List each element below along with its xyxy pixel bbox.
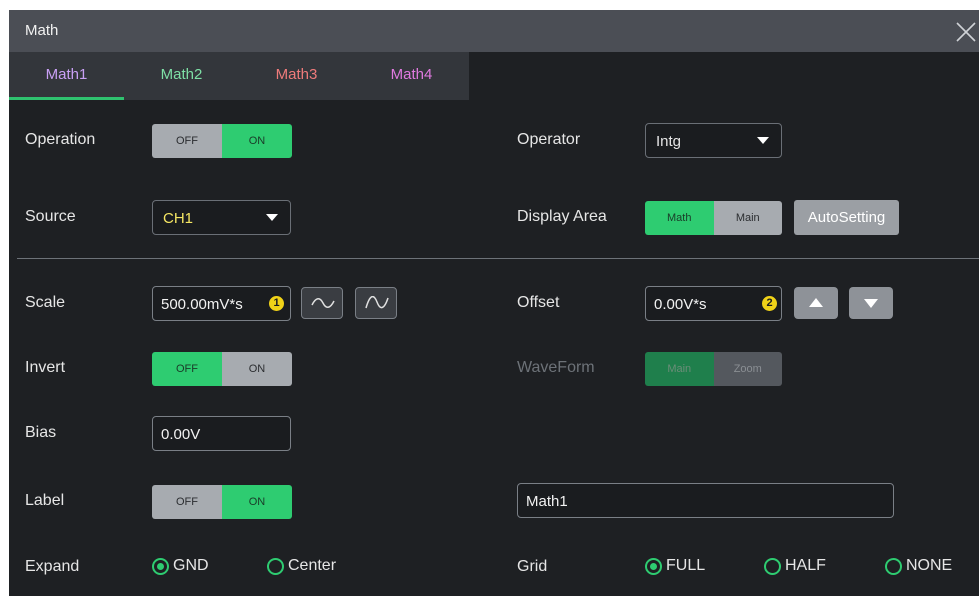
source-value: CH1	[163, 210, 194, 227]
radio-unselected-icon	[267, 557, 284, 575]
bias-label: Bias	[25, 424, 57, 441]
tab-label: Math4	[390, 66, 433, 83]
toggle-off: OFF	[152, 124, 222, 158]
label-row-label: Label	[25, 492, 65, 509]
expand-radio-center[interactable]: Center	[267, 557, 336, 575]
display-area-toggle[interactable]: Math Main	[645, 201, 782, 235]
waveform-label: WaveForm	[517, 359, 595, 376]
radio-selected-icon	[152, 557, 169, 575]
operation-toggle[interactable]: OFF ON	[152, 124, 292, 158]
operator-value: Intg	[656, 133, 682, 150]
operation-label: Operation	[25, 131, 96, 148]
offset-value: 0.00V*s	[654, 296, 707, 313]
radio-unselected-icon	[764, 557, 781, 575]
knob-2-badge: 2	[762, 296, 777, 311]
tab-label: Math3	[275, 66, 318, 83]
scale-fine-button[interactable]	[355, 287, 397, 319]
sine-wave-icon	[365, 296, 389, 309]
display-area-math: Math	[645, 201, 714, 235]
label-toggle[interactable]: OFF ON	[152, 485, 292, 519]
toggle-on: ON	[222, 485, 292, 519]
label-text-value: Math1	[526, 493, 568, 510]
section-divider	[17, 258, 979, 259]
operator-label: Operator	[517, 131, 581, 148]
offset-down-button[interactable]	[849, 287, 893, 319]
radio-label: FULL	[666, 557, 706, 574]
math-tab-bar: Math1 Math2 Math3 Math4	[9, 52, 469, 100]
radio-label: GND	[173, 557, 209, 574]
chevron-down-icon	[266, 214, 278, 221]
invert-toggle[interactable]: OFF ON	[152, 352, 292, 386]
tab-label: Math2	[160, 66, 203, 83]
toggle-off: OFF	[152, 352, 222, 386]
display-area-label: Display Area	[517, 208, 607, 225]
radio-label: HALF	[785, 557, 826, 574]
math-dialog: Math Math1 Math2 Math3 Math4 Operation O…	[9, 10, 979, 596]
dialog-title: Math	[25, 22, 59, 39]
tab-math4[interactable]: Math4	[354, 52, 469, 100]
tab-math2[interactable]: Math2	[124, 52, 239, 100]
knob-1-badge: 1	[269, 296, 284, 311]
invert-label: Invert	[25, 359, 66, 376]
expand-label: Expand	[25, 558, 80, 575]
bias-value: 0.00V	[161, 426, 201, 443]
scale-value: 500.00mV*s	[161, 296, 243, 313]
offset-input[interactable]: 0.00V*s 2	[645, 286, 782, 321]
scale-coarse-button[interactable]	[301, 287, 343, 319]
operator-dropdown[interactable]: Intg	[645, 123, 782, 158]
toggle-on: ON	[222, 124, 292, 158]
title-bar: Math	[9, 10, 979, 52]
grid-radio-full[interactable]: FULL	[645, 557, 705, 575]
offset-up-button[interactable]	[794, 287, 838, 319]
radio-selected-icon	[645, 557, 662, 575]
toggle-off: OFF	[152, 485, 222, 519]
grid-label: Grid	[517, 558, 548, 575]
waveform-toggle: Main Zoom	[645, 352, 782, 386]
waveform-zoom: Zoom	[713, 352, 782, 386]
tab-math3[interactable]: Math3	[239, 52, 354, 100]
triangle-down-icon	[864, 299, 878, 308]
autosetting-button[interactable]: AutoSetting	[794, 200, 899, 235]
waveform-main: Main	[645, 352, 714, 386]
display-area-main: Main	[713, 201, 782, 235]
grid-radio-half[interactable]: HALF	[764, 557, 826, 575]
toggle-on: ON	[222, 352, 292, 386]
scale-label: Scale	[25, 294, 66, 311]
close-icon[interactable]	[955, 21, 977, 43]
label-text-input[interactable]: Math1	[517, 483, 894, 518]
offset-label: Offset	[517, 294, 560, 311]
tab-label: Math1	[45, 66, 88, 83]
grid-radio-none[interactable]: NONE	[885, 557, 952, 575]
radio-label: NONE	[906, 557, 953, 574]
tab-math1[interactable]: Math1	[9, 52, 124, 100]
triangle-up-icon	[809, 298, 823, 307]
bias-input[interactable]: 0.00V	[152, 416, 291, 451]
sine-wave-icon	[311, 298, 335, 308]
radio-unselected-icon	[885, 557, 902, 575]
source-dropdown[interactable]: CH1	[152, 200, 291, 235]
chevron-down-icon	[757, 137, 769, 144]
expand-radio-gnd[interactable]: GND	[152, 557, 209, 575]
scale-input[interactable]: 500.00mV*s 1	[152, 286, 291, 321]
radio-label: Center	[288, 557, 337, 574]
source-label: Source	[25, 208, 76, 225]
